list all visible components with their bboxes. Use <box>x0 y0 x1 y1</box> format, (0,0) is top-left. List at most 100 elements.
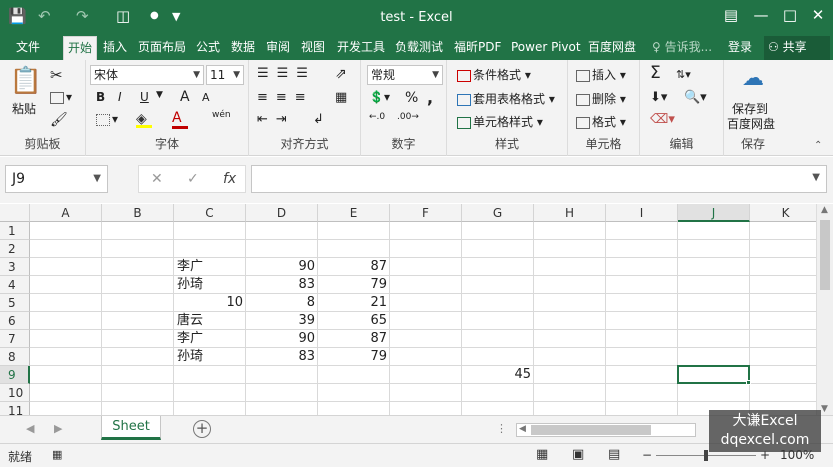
macro-record-icon[interactable]: ▦ <box>52 448 62 461</box>
normal-view-icon[interactable]: ▦ <box>536 447 548 462</box>
conditional-format-button[interactable]: 条件格式 ▾ <box>457 66 531 83</box>
cell-d8[interactable]: 83 <box>246 348 318 366</box>
copy-icon[interactable]: ▾ <box>50 90 72 104</box>
find-icon[interactable]: 🔍▾ <box>684 90 707 105</box>
percent-button[interactable]: % <box>405 90 418 106</box>
row-header-11[interactable]: 11 <box>0 402 30 415</box>
column-header-h[interactable]: H <box>534 204 606 222</box>
tab-insert[interactable]: 插入 <box>99 36 131 60</box>
insert-cells-button[interactable]: 插入 ▾ <box>576 66 626 83</box>
decrease-decimal-icon[interactable]: .00→ <box>397 112 419 122</box>
font-color-button[interactable]: A <box>172 110 188 129</box>
fill-icon[interactable]: ⬇▾ <box>650 90 667 105</box>
phonetic-button[interactable]: wén <box>212 110 231 120</box>
delete-cells-button[interactable]: 删除 ▾ <box>576 90 626 107</box>
cell-c7[interactable]: 李广 <box>174 330 246 348</box>
cell-styles-button[interactable]: 单元格样式 ▾ <box>457 113 543 130</box>
cell-c8[interactable]: 孙琦 <box>174 348 246 366</box>
horizontal-align-icons[interactable]: ≡≡≡ <box>257 90 314 105</box>
sheet-tab[interactable]: Sheet <box>101 416 161 440</box>
fill-color-icon[interactable]: ◈ <box>136 111 152 128</box>
increase-decimal-icon[interactable]: ←.0 <box>369 112 385 122</box>
autosum-button[interactable]: Σ <box>650 63 661 83</box>
cloud-icon[interactable]: ☁ <box>736 66 770 91</box>
cell-e6[interactable]: 65 <box>318 312 390 330</box>
column-header-g[interactable]: G <box>462 204 534 222</box>
row-header-6[interactable]: 6 <box>0 312 30 330</box>
cell-e3[interactable]: 87 <box>318 258 390 276</box>
formula-input[interactable]: ▼ <box>251 165 827 193</box>
tab-split-handle[interactable]: ⋮ <box>496 422 507 435</box>
tab-baidu-pan[interactable]: 百度网盘 <box>584 36 640 60</box>
cell-c3[interactable]: 李广 <box>174 258 246 276</box>
comma-button[interactable]: , <box>427 88 433 107</box>
horizontal-scroll-thumb[interactable] <box>531 425 651 435</box>
scroll-down-icon[interactable]: ▼ <box>821 404 828 414</box>
tab-power-pivot[interactable]: Power Pivot <box>507 36 585 60</box>
column-header-c[interactable]: C <box>174 204 246 222</box>
share-button[interactable]: ⚇ 共享 <box>764 36 830 60</box>
cell-d6[interactable]: 39 <box>246 312 318 330</box>
name-box[interactable]: J9 ▼ <box>5 165 108 193</box>
wrap-text-icon[interactable]: ↲ <box>313 112 324 127</box>
cell-e4[interactable]: 79 <box>318 276 390 294</box>
ribbon-display-icon[interactable]: ▤ <box>721 6 741 24</box>
next-sheet-icon[interactable]: ▶ <box>54 422 62 435</box>
scroll-up-icon[interactable]: ▲ <box>821 205 828 215</box>
cell-e5[interactable]: 21 <box>318 294 390 312</box>
column-header-d[interactable]: D <box>246 204 318 222</box>
border-icon[interactable]: ▾ <box>96 112 118 126</box>
cell-c6[interactable]: 唐云 <box>174 312 246 330</box>
cell-g9[interactable]: 45 <box>462 366 534 384</box>
font-size-select[interactable]: 11 ▼ <box>206 65 244 85</box>
cell-d3[interactable]: 90 <box>246 258 318 276</box>
vertical-align-icons[interactable]: ☰☰☰ <box>257 66 316 81</box>
zoom-slider-thumb[interactable] <box>704 450 708 461</box>
grow-font-button[interactable]: A <box>180 89 190 105</box>
row-header-8[interactable]: 8 <box>0 348 30 366</box>
tab-review[interactable]: 审阅 <box>262 36 294 60</box>
row-header-7[interactable]: 7 <box>0 330 30 348</box>
prev-sheet-icon[interactable]: ◀ <box>26 422 34 435</box>
cancel-icon[interactable]: ✕ <box>151 171 163 187</box>
add-sheet-button[interactable]: + <box>193 420 211 438</box>
maximize-icon[interactable]: □ <box>780 6 800 24</box>
bold-button[interactable]: B <box>96 90 105 104</box>
cell-d5[interactable]: 8 <box>246 294 318 312</box>
row-header-5[interactable]: 5 <box>0 294 30 312</box>
row-header-2[interactable]: 2 <box>0 240 30 258</box>
close-icon[interactable]: ✕ <box>808 6 828 24</box>
cell-c4[interactable]: 孙琦 <box>174 276 246 294</box>
cell-c5[interactable]: 10 <box>174 294 246 312</box>
underline-dropdown-icon[interactable]: ▼ <box>156 90 163 100</box>
shrink-font-button[interactable]: A <box>202 91 210 104</box>
cell-e7[interactable]: 87 <box>318 330 390 348</box>
row-header-3[interactable]: 3 <box>0 258 30 276</box>
row-header-1[interactable]: 1 <box>0 222 30 240</box>
column-header-f[interactable]: F <box>390 204 462 222</box>
column-header-e[interactable]: E <box>318 204 390 222</box>
paste-button[interactable]: 粘贴 <box>12 100 36 117</box>
number-format-select[interactable]: 常规 ▼ <box>367 65 443 85</box>
fill-handle[interactable] <box>746 380 751 385</box>
underline-button[interactable]: U <box>140 90 149 104</box>
zoom-out-icon[interactable]: − <box>642 448 652 462</box>
insert-function-icon[interactable]: fx <box>223 171 236 187</box>
tab-view[interactable]: 视图 <box>297 36 329 60</box>
vertical-scroll-thumb[interactable] <box>820 220 830 290</box>
baidu-pan-label[interactable]: 百度网盘 <box>727 115 775 132</box>
cell-e8[interactable]: 79 <box>318 348 390 366</box>
vertical-scrollbar[interactable]: ▲ ▼ <box>816 204 833 415</box>
tab-file[interactable]: 文件 <box>12 36 44 60</box>
tab-load-test[interactable]: 负载测试 <box>391 36 447 60</box>
tab-developer[interactable]: 开发工具 <box>333 36 389 60</box>
merge-icon[interactable]: ▦ <box>335 90 347 105</box>
format-cells-button[interactable]: 格式 ▾ <box>576 113 626 130</box>
page-break-view-icon[interactable]: ▤ <box>608 447 620 462</box>
currency-icon[interactable]: 💲▾ <box>369 90 390 104</box>
tell-me-input[interactable]: ♀ 告诉我... <box>648 36 716 60</box>
column-header-i[interactable]: I <box>606 204 678 222</box>
format-as-table-button[interactable]: 套用表格格式 ▾ <box>457 90 555 107</box>
login-link[interactable]: 登录 <box>724 36 756 60</box>
orientation-icon[interactable]: ⇗ <box>335 66 347 82</box>
